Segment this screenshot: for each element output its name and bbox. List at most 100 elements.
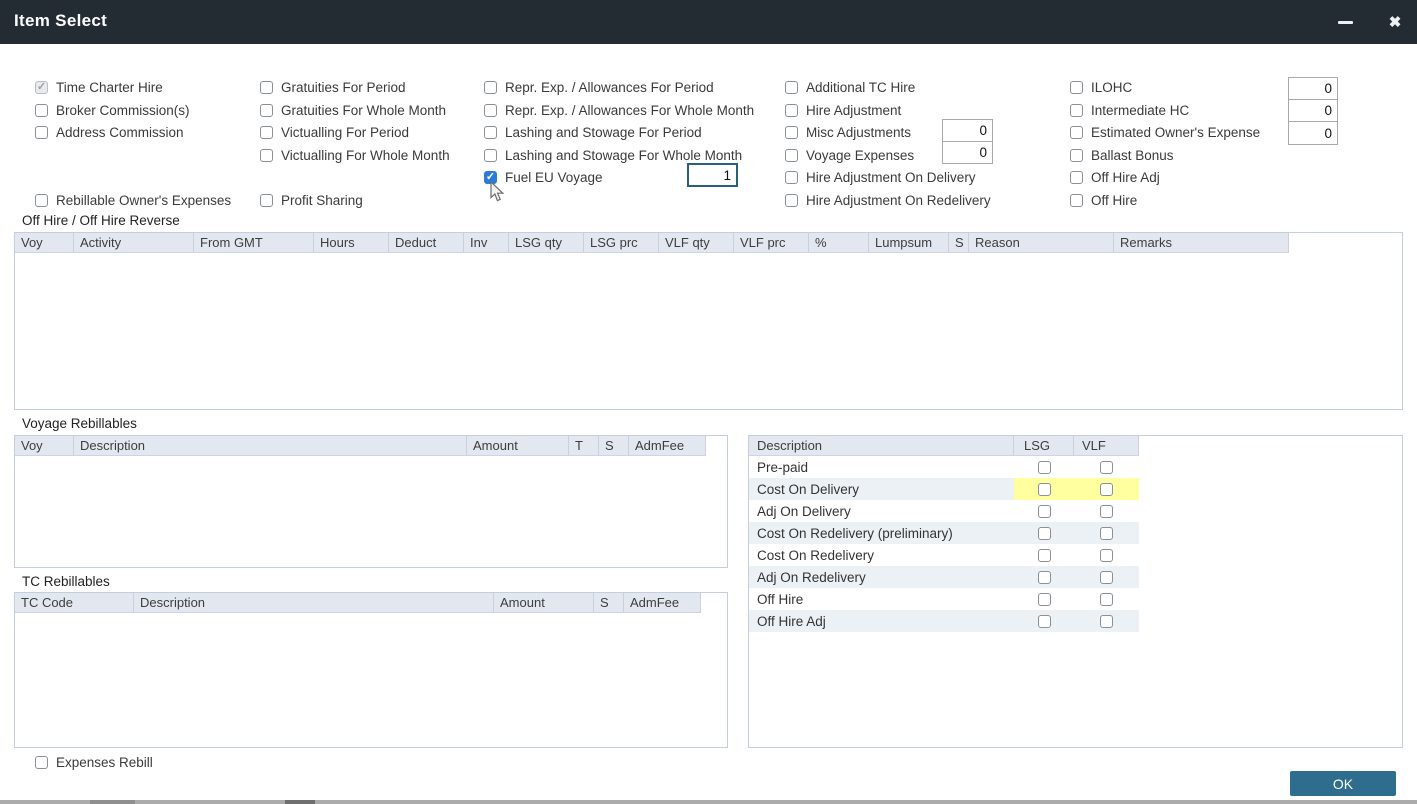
- tc-rebillables-table: TC Code Description Amount S AdmFee: [14, 592, 728, 748]
- tc-rebillables-header: TC Code Description Amount S AdmFee: [15, 593, 727, 613]
- checkbox-box[interactable]: [785, 104, 798, 117]
- checkbox-lashing-and-stowage-for-period[interactable]: Lashing and Stowage For Period: [484, 123, 702, 141]
- vlf-cell: [1074, 500, 1139, 522]
- checkbox-box[interactable]: [484, 171, 497, 184]
- lsg-checkbox[interactable]: [1038, 571, 1051, 584]
- cost-row-pre-paid: Pre-paid: [749, 456, 1139, 478]
- checkbox-box[interactable]: [260, 149, 273, 162]
- vlf-checkbox[interactable]: [1100, 615, 1113, 628]
- checkbox-lashing-and-stowage-for-whole-month[interactable]: Lashing and Stowage For Whole Month: [484, 146, 742, 164]
- lsg-checkbox[interactable]: [1038, 483, 1051, 496]
- checkbox-box[interactable]: [260, 104, 273, 117]
- checkbox-gratuities-for-whole-month[interactable]: Gratuities For Whole Month: [260, 101, 446, 119]
- checkbox-box[interactable]: [260, 126, 273, 139]
- ok-button[interactable]: OK: [1290, 771, 1396, 796]
- checkbox-box[interactable]: [35, 756, 48, 769]
- cost-table-header: Description LSG VLF: [749, 436, 1402, 456]
- header-cell-description: Description: [134, 593, 494, 613]
- lsg-checkbox[interactable]: [1038, 505, 1051, 518]
- minimize-button[interactable]: [1326, 0, 1364, 44]
- checkbox-label: Lashing and Stowage For Period: [505, 125, 702, 140]
- checkbox-box[interactable]: [1070, 104, 1083, 117]
- checkbox-box[interactable]: [1070, 194, 1083, 207]
- checkbox-box[interactable]: [35, 126, 48, 139]
- vlf-checkbox[interactable]: [1100, 483, 1113, 496]
- checkbox-box[interactable]: [785, 194, 798, 207]
- checkbox-misc-adjustments[interactable]: Misc Adjustments: [785, 123, 911, 141]
- item-select-dialog: Item Select ✖ Time Charter Hire Broker C…: [0, 0, 1417, 804]
- lsg-checkbox[interactable]: [1038, 593, 1051, 606]
- voyage-expenses-input[interactable]: [942, 141, 993, 164]
- checkbox-box[interactable]: [785, 171, 798, 184]
- checkbox-additional-tc-hire[interactable]: Additional TC Hire: [785, 78, 915, 96]
- checkbox-label: Ballast Bonus: [1091, 148, 1174, 163]
- estimated-owners-expense-input[interactable]: [1288, 121, 1338, 145]
- cost-row-label: Off Hire: [749, 592, 1014, 607]
- checkbox-profit-sharing[interactable]: Profit Sharing: [260, 191, 363, 209]
- checkbox-fuel-eu-voyage[interactable]: Fuel EU Voyage: [484, 168, 603, 186]
- checkbox-box[interactable]: [484, 126, 497, 139]
- checkbox-voyage-expenses[interactable]: Voyage Expenses: [785, 146, 914, 164]
- checkbox-victualling-for-whole-month[interactable]: Victualling For Whole Month: [260, 146, 450, 164]
- fuel-eu-voyage-input[interactable]: [687, 163, 738, 187]
- vlf-checkbox[interactable]: [1100, 571, 1113, 584]
- checkbox-box[interactable]: [785, 149, 798, 162]
- checkbox-broker-commissions[interactable]: Broker Commission(s): [35, 101, 190, 119]
- checkbox-box[interactable]: [484, 81, 497, 94]
- cost-row-cost-on-delivery: Cost On Delivery: [749, 478, 1139, 500]
- checkbox-off-hire[interactable]: Off Hire: [1070, 191, 1137, 209]
- offhire-section-title: Off Hire / Off Hire Reverse: [22, 213, 180, 228]
- checkbox-box[interactable]: [35, 194, 48, 207]
- vlf-checkbox[interactable]: [1100, 505, 1113, 518]
- checkbox-off-hire-adj[interactable]: Off Hire Adj: [1070, 168, 1160, 186]
- lsg-checkbox[interactable]: [1038, 549, 1051, 562]
- checkbox-box[interactable]: [1070, 126, 1083, 139]
- checkbox-time-charter-hire[interactable]: Time Charter Hire: [35, 78, 163, 96]
- lsg-cell: [1014, 500, 1074, 522]
- vlf-checkbox[interactable]: [1100, 593, 1113, 606]
- checkbox-ilohc[interactable]: ILOHC: [1070, 78, 1132, 96]
- checkbox-rebillable-owners-expenses[interactable]: Rebillable Owner's Expenses: [35, 191, 231, 209]
- checkbox-box[interactable]: [35, 104, 48, 117]
- lsg-checkbox[interactable]: [1038, 615, 1051, 628]
- checkbox-box[interactable]: [1070, 149, 1083, 162]
- checkbox-repr-exp-allowances-for-period[interactable]: Repr. Exp. / Allowances For Period: [484, 78, 714, 96]
- checkbox-box[interactable]: [1070, 171, 1083, 184]
- checkbox-address-commission[interactable]: Address Commission: [35, 123, 184, 141]
- lsg-cell: [1014, 610, 1074, 632]
- checkbox-hire-adjustment[interactable]: Hire Adjustment: [785, 101, 901, 119]
- checkbox-box[interactable]: [484, 149, 497, 162]
- checkbox-victualling-for-period[interactable]: Victualling For Period: [260, 123, 409, 141]
- checkbox-box[interactable]: [1070, 81, 1083, 94]
- checkbox-expenses-rebill[interactable]: Expenses Rebill: [35, 753, 153, 771]
- checkbox-box[interactable]: [35, 81, 48, 94]
- checkbox-gratuities-for-period[interactable]: Gratuities For Period: [260, 78, 406, 96]
- checkbox-box[interactable]: [785, 81, 798, 94]
- checkbox-label: Victualling For Whole Month: [281, 148, 450, 163]
- checkbox-box[interactable]: [260, 194, 273, 207]
- checkbox-hire-adjustment-on-delivery[interactable]: Hire Adjustment On Delivery: [785, 168, 976, 186]
- intermediate-hc-input[interactable]: [1288, 99, 1338, 122]
- checkbox-box[interactable]: [785, 126, 798, 139]
- checkbox-estimated-owners-expense[interactable]: Estimated Owner's Expense: [1070, 123, 1260, 141]
- checkbox-ballast-bonus[interactable]: Ballast Bonus: [1070, 146, 1174, 164]
- checkbox-intermediate-hc[interactable]: Intermediate HC: [1070, 101, 1189, 119]
- vlf-checkbox[interactable]: [1100, 527, 1113, 540]
- close-icon: ✖: [1389, 15, 1402, 30]
- checkbox-box[interactable]: [260, 81, 273, 94]
- ilohc-input[interactable]: [1288, 77, 1338, 100]
- close-button[interactable]: ✖: [1376, 0, 1414, 44]
- checkbox-label: Off Hire Adj: [1091, 170, 1160, 185]
- checkbox-repr-exp-allowances-for-whole-month[interactable]: Repr. Exp. / Allowances For Whole Month: [484, 101, 754, 119]
- checkbox-label: Hire Adjustment: [806, 103, 901, 118]
- vlf-checkbox[interactable]: [1100, 461, 1113, 474]
- lsg-cell: [1014, 456, 1074, 478]
- misc-adjustments-input[interactable]: [942, 119, 993, 142]
- checkbox-hire-adjustment-on-redelivery[interactable]: Hire Adjustment On Redelivery: [785, 191, 991, 209]
- checkbox-label: Profit Sharing: [281, 193, 363, 208]
- lsg-checkbox[interactable]: [1038, 527, 1051, 540]
- checkbox-box[interactable]: [484, 104, 497, 117]
- vlf-checkbox[interactable]: [1100, 549, 1113, 562]
- dialog-title: Item Select: [14, 11, 107, 31]
- lsg-checkbox[interactable]: [1038, 461, 1051, 474]
